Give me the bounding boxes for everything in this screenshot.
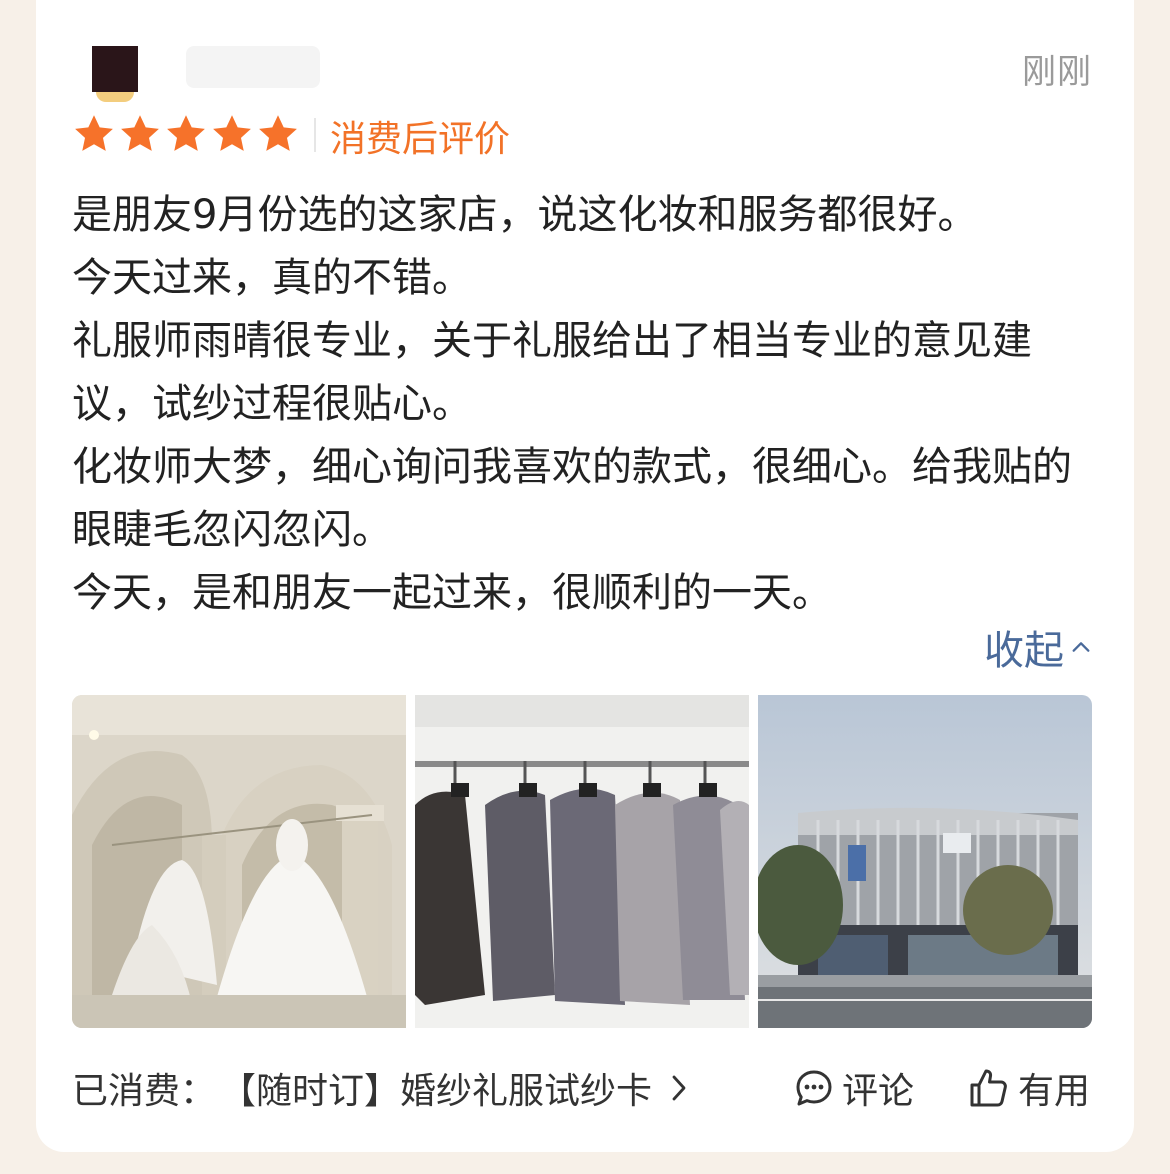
- review-paragraph: 礼服师雨晴很专业，关于礼服给出了相当专业的意见建议，试纱过程很贴心。: [72, 318, 1032, 427]
- star-icon: [121, 115, 159, 151]
- review-paragraph: 今天过来，真的不错。: [72, 255, 472, 301]
- photo-gallery: [72, 695, 1092, 1028]
- suits-photo[interactable]: [415, 695, 749, 1028]
- avatar[interactable]: [92, 46, 138, 92]
- chevron-up-icon: [1072, 642, 1090, 652]
- star-icon: [167, 115, 205, 151]
- storefront-photo[interactable]: [758, 695, 1092, 1028]
- review-type-tag: 消费后评价: [330, 119, 511, 160]
- product-name: 【随时订】婚纱礼服试纱卡: [220, 1071, 653, 1112]
- consumed-label: 已消费：: [72, 1071, 217, 1112]
- review-actions: 评论 有用: [794, 1062, 1090, 1114]
- wedding-dress-photo[interactable]: [72, 695, 406, 1028]
- divider: [314, 118, 316, 152]
- star-icon: [259, 115, 297, 151]
- comment-label: 评论: [841, 1071, 914, 1112]
- review-card: 刚刚 消费后评价 是朋友9月份选的这家店，说这化妆和服务都很好。 今天过来，真的…: [36, 0, 1134, 1152]
- comment-icon: [796, 1070, 832, 1106]
- collapse-label: 收起: [984, 628, 1064, 674]
- chevron-right-icon: [672, 1075, 686, 1101]
- avatar-badge: [96, 92, 134, 102]
- useful-button[interactable]: 有用: [968, 1062, 1090, 1114]
- collapse-button[interactable]: 收起: [984, 618, 1092, 676]
- review-paragraph: 今天，是和朋友一起过来，很顺利的一天。: [72, 570, 832, 616]
- comment-button[interactable]: 评论: [794, 1062, 914, 1114]
- useful-label: 有用: [1017, 1071, 1090, 1112]
- review-text: 是朋友9月份选的这家店，说这化妆和服务都很好。 今天过来，真的不错。 礼服师雨晴…: [72, 184, 1102, 625]
- review-paragraph: 化妆师大梦，细心询问我喜欢的款式，很细心。给我贴的眼睫毛忽闪忽闪。: [72, 444, 1072, 553]
- review-footer: 已消费： 【随时订】婚纱礼服试纱卡 评论 有用: [72, 1060, 1090, 1116]
- thumbs-up-icon: [970, 1069, 1007, 1107]
- review-paragraph: 是朋友9月份选的这家店，说这化妆和服务都很好。: [72, 192, 978, 238]
- star-rating: [72, 112, 302, 156]
- consumed-product-link[interactable]: 已消费： 【随时订】婚纱礼服试纱卡: [72, 1062, 690, 1114]
- star-icon: [213, 115, 251, 151]
- username-blurred[interactable]: [186, 46, 320, 88]
- star-icon: [75, 115, 113, 151]
- review-time: 刚刚: [1022, 52, 1092, 92]
